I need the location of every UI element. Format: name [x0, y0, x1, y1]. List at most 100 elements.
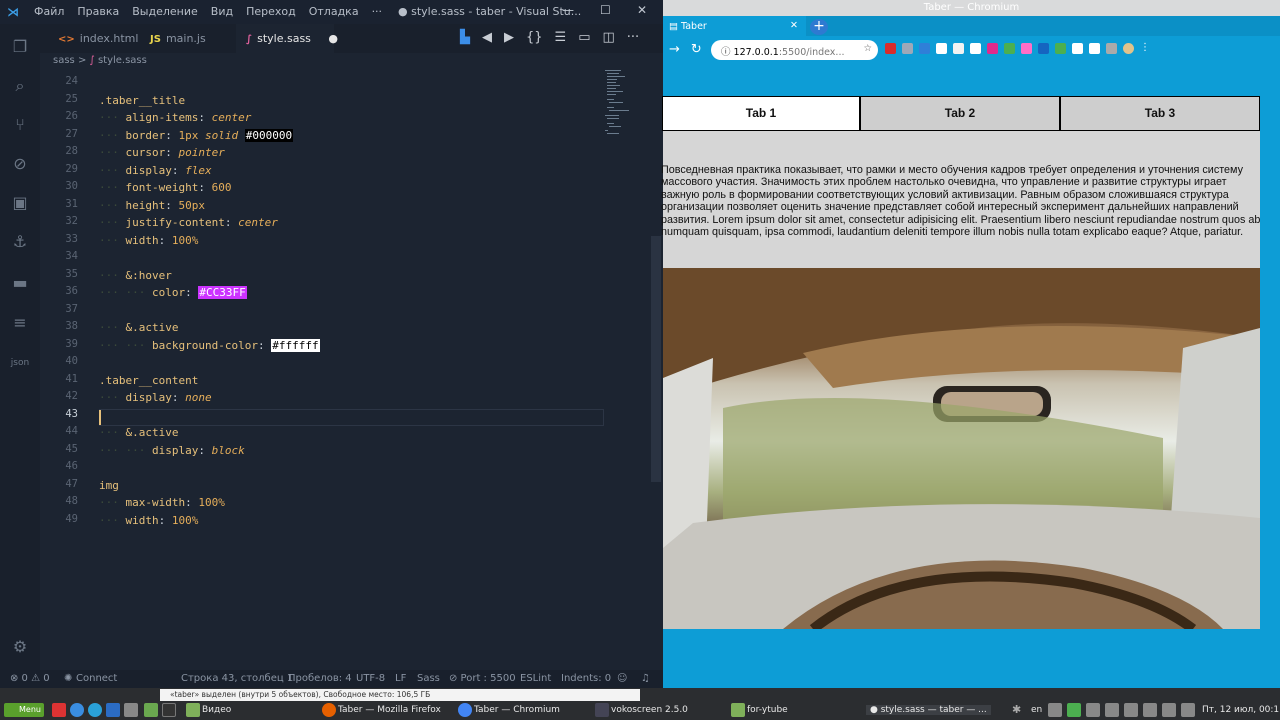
extension-icon[interactable] — [1004, 43, 1015, 54]
smiley-icon[interactable]: ☺ — [617, 673, 627, 684]
extension-icon[interactable] — [1055, 43, 1066, 54]
scrollbar-thumb[interactable] — [651, 236, 661, 482]
bluetooth-icon[interactable]: ✱ — [1012, 703, 1026, 717]
page-tab-1[interactable]: Tab 1 — [662, 96, 860, 131]
tray-icon[interactable] — [1048, 703, 1062, 717]
taskbar-item-vscode[interactable]: ● style.sass — taber — ... — [866, 705, 991, 715]
battery-icon[interactable] — [1181, 703, 1195, 717]
tray-icon[interactable] — [1105, 703, 1119, 717]
end-of-line[interactable]: LF — [395, 673, 406, 684]
info-icon[interactable]: ⓘ — [721, 47, 734, 58]
terminal-launcher-icon[interactable] — [124, 703, 138, 717]
vscode-launcher-icon[interactable] — [106, 703, 120, 717]
extension-icon[interactable] — [970, 43, 981, 54]
gear-icon[interactable]: ⚙ — [9, 636, 31, 658]
browser-tab[interactable]: ▤ Taber ✕ — [663, 16, 806, 38]
files-launcher-icon[interactable] — [144, 703, 158, 717]
telegram-launcher-icon[interactable] — [88, 703, 102, 717]
debug-icon[interactable]: ⊘ — [9, 153, 31, 175]
eslint-status[interactable]: ESLint — [520, 673, 551, 684]
close-icon[interactable]: ✕ — [637, 3, 647, 17]
menu-more[interactable]: ··· — [372, 5, 383, 18]
extension-icon[interactable] — [1089, 43, 1100, 54]
menu-kebab-icon[interactable]: ⋮ — [1140, 43, 1151, 54]
connect-icon[interactable]: ✺ — [64, 673, 72, 684]
menu-view[interactable]: Вид — [211, 5, 233, 18]
extension-icon[interactable] — [902, 43, 913, 54]
new-tab-button[interactable]: + — [810, 19, 828, 35]
minimap[interactable] — [603, 68, 651, 138]
menu-file[interactable]: Файл — [34, 5, 64, 18]
list-icon[interactable]: ☰ — [555, 30, 567, 45]
browser-scrollbar[interactable] — [1260, 64, 1280, 597]
address-bar[interactable]: ⓘ 127.0.0.1:5500/index... ☆ — [711, 40, 878, 60]
split-editor-icon[interactable]: ◫ — [603, 30, 615, 45]
language-mode[interactable]: Sass — [417, 673, 440, 684]
keyboard-layout[interactable]: en — [1031, 705, 1042, 715]
database-icon[interactable]: ≡ — [9, 312, 31, 334]
tab-close-icon[interactable]: ✕ — [790, 20, 798, 31]
clock[interactable]: Пт, 12 июл, 00:1 — [1202, 705, 1280, 715]
avatar[interactable] — [1123, 43, 1134, 54]
chromium-launcher-icon[interactable] — [70, 703, 84, 717]
menu-edit[interactable]: Правка — [77, 5, 119, 18]
tab-index-html[interactable]: <> index.html — [48, 24, 146, 53]
anchor-icon[interactable]: ⚓ — [9, 231, 31, 253]
taskbar-item-chromium[interactable]: Taber — Chromium — [474, 705, 560, 715]
network-icon[interactable] — [1143, 703, 1157, 717]
forward-icon[interactable]: → — [669, 42, 680, 57]
nav-back-icon[interactable]: ◀ — [482, 30, 492, 45]
shield-icon[interactable] — [1124, 703, 1138, 717]
taskbar-item-video[interactable]: Видео — [202, 705, 231, 715]
menu-go[interactable]: Переход — [246, 5, 296, 18]
taskbar-item-firefox[interactable]: Taber — Mozilla Firefox — [338, 705, 441, 715]
code-editor[interactable]: .taber__title ··· align-items: center ··… — [99, 72, 604, 652]
extension-icon[interactable] — [936, 43, 947, 54]
extension-icon[interactable] — [1021, 43, 1032, 54]
tab-style-sass[interactable]: ∫ style.sass ● — [236, 24, 338, 53]
live-server-port[interactable]: ⊘ Port : 5500 — [449, 673, 516, 684]
json-icon[interactable]: json — [9, 352, 31, 374]
explorer-icon[interactable]: ❐ — [9, 36, 31, 58]
extension-icon[interactable] — [885, 43, 896, 54]
volume-icon[interactable] — [1162, 703, 1176, 717]
tray-icon[interactable] — [1086, 703, 1100, 717]
extension-icon[interactable] — [953, 43, 964, 54]
terminal-icon[interactable]: ▭ — [578, 30, 590, 45]
extension-icon[interactable] — [987, 43, 998, 54]
extension-icon[interactable] — [1038, 43, 1049, 54]
menu-debug[interactable]: Отладка — [309, 5, 359, 18]
source-control-icon[interactable]: ⑂ — [9, 114, 31, 136]
connect-status[interactable]: Connect — [76, 673, 117, 684]
extension-icon[interactable] — [1106, 43, 1117, 54]
encoding[interactable]: UTF-8 — [356, 673, 385, 684]
menu-selection[interactable]: Выделение — [132, 5, 198, 18]
page-tab-2[interactable]: Tab 2 — [860, 96, 1060, 131]
problems-indicator[interactable]: ⊗ 0 ⚠ 0 — [10, 673, 50, 684]
minimize-icon[interactable]: — — [562, 3, 574, 17]
console-launcher-icon[interactable] — [162, 703, 176, 717]
indents-count[interactable]: Indents: 0 — [561, 673, 611, 684]
bell-icon[interactable]: ♫ — [641, 673, 650, 684]
search-icon[interactable]: ⌕ — [9, 75, 31, 97]
unsaved-dot-icon[interactable]: ● — [328, 32, 338, 45]
indent-spaces[interactable]: Пробелов: 4 — [288, 673, 352, 684]
nvidia-icon[interactable] — [1067, 703, 1081, 717]
extension-icon[interactable] — [1072, 43, 1083, 54]
nav-forward-icon[interactable]: ▶ — [504, 30, 514, 45]
folder-icon[interactable]: ▬ — [9, 272, 31, 294]
extension-icon[interactable] — [919, 43, 930, 54]
reload-icon[interactable]: ↻ — [691, 42, 702, 57]
taskbar-item-vokoscreen[interactable]: vokoscreen 2.5.0 — [611, 705, 688, 715]
bookmark-star-icon[interactable]: ☆ — [863, 43, 872, 54]
taskbar-item-for-ytube[interactable]: for-ytube — [747, 705, 788, 715]
braces-icon[interactable]: {} — [526, 30, 543, 45]
more-actions-icon[interactable]: ··· — [627, 30, 639, 45]
open-preview-icon[interactable]: ▙ — [460, 30, 470, 45]
app-launcher-icon[interactable] — [52, 703, 66, 717]
tab-main-js[interactable]: JS main.js — [140, 24, 236, 53]
maximize-icon[interactable]: ☐ — [600, 3, 611, 17]
extensions-icon[interactable]: ▣ — [9, 192, 31, 214]
cursor-position[interactable]: Строка 43, столбец 1 — [181, 673, 293, 684]
menu-button[interactable]: Menu — [4, 703, 44, 717]
